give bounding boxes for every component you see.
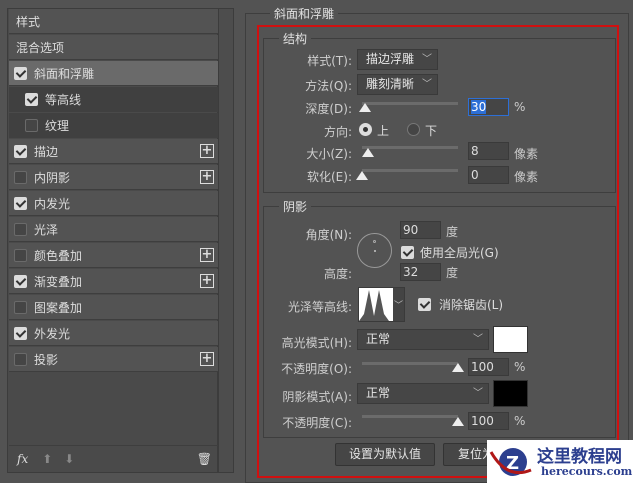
style-checkbox[interactable] (14, 196, 27, 210)
move-down-icon[interactable]: ⬇ (64, 452, 74, 466)
list-footer: fx ⬆ ⬇ 🗑 (9, 445, 218, 471)
style-item[interactable]: 纹理 (9, 113, 218, 138)
move-up-icon[interactable]: ⬆ (42, 452, 52, 466)
style-checkbox[interactable] (25, 119, 38, 132)
style-item-label: 内发光 (34, 196, 71, 211)
style-item[interactable]: 描边 + (9, 139, 218, 164)
watermark-logo-icon: Z (489, 448, 532, 476)
style-checkbox[interactable] (25, 93, 38, 106)
style-item-label: 投影 (34, 352, 59, 367)
style-item-label: 颜色叠加 (34, 248, 83, 263)
style-item[interactable]: 光泽 (9, 217, 218, 242)
style-item[interactable]: 投影 + (9, 347, 218, 372)
add-icon[interactable]: + (200, 144, 214, 158)
style-item-label: 外发光 (34, 326, 71, 341)
style-item-label: 图案叠加 (34, 300, 83, 315)
panel-title: 斜面和浮雕 (270, 5, 339, 22)
highlight-annotation-box (257, 25, 619, 478)
add-icon[interactable]: + (200, 170, 214, 184)
style-item[interactable]: 内阴影 + (9, 165, 218, 190)
style-item[interactable]: 颜色叠加 + (9, 243, 218, 268)
style-checkbox[interactable] (14, 326, 27, 340)
style-checkbox[interactable] (14, 144, 27, 158)
style-checkbox[interactable] (14, 66, 27, 80)
styles-header[interactable]: 样式 (9, 9, 218, 34)
style-item[interactable]: 图案叠加 (9, 295, 218, 320)
styles-list: 样式 混合选项 斜面和浮雕等高线纹理描边 + 内阴影 + 内发光光泽颜色叠加 + 渐变叠加 +… (7, 8, 218, 473)
watermark-name: 这里教程网 (537, 447, 622, 467)
watermark: Z 这里教程网 herecours.com (487, 440, 633, 483)
style-item[interactable]: 等高线 (9, 87, 218, 112)
style-item-label: 渐变叠加 (34, 274, 83, 289)
style-checkbox[interactable] (14, 222, 27, 236)
add-icon[interactable]: + (200, 274, 214, 288)
add-icon[interactable]: + (200, 248, 214, 262)
add-icon[interactable]: + (200, 352, 214, 366)
fx-button[interactable]: fx (17, 452, 28, 466)
style-item-label: 描边 (34, 144, 59, 159)
trash-icon[interactable]: 🗑 (197, 452, 212, 466)
style-checkbox[interactable] (14, 170, 27, 184)
style-checkbox[interactable] (14, 352, 27, 366)
style-item[interactable]: 内发光 (9, 191, 218, 216)
style-item-label: 内阴影 (34, 170, 71, 185)
style-checkbox[interactable] (14, 274, 27, 288)
style-item-label: 斜面和浮雕 (34, 66, 95, 81)
style-item-label: 光泽 (34, 222, 59, 237)
watermark-url: herecours.com (541, 465, 633, 478)
style-checkbox[interactable] (14, 300, 27, 314)
style-item[interactable]: 斜面和浮雕 (9, 61, 218, 86)
style-checkbox[interactable] (14, 248, 27, 262)
list-scrollbar[interactable] (218, 8, 234, 473)
blending-options[interactable]: 混合选项 (9, 35, 218, 60)
style-item-label: 等高线 (45, 93, 82, 107)
style-item[interactable]: 外发光 (9, 321, 218, 346)
style-item-label: 纹理 (45, 119, 70, 133)
style-item[interactable]: 渐变叠加 + (9, 269, 218, 294)
